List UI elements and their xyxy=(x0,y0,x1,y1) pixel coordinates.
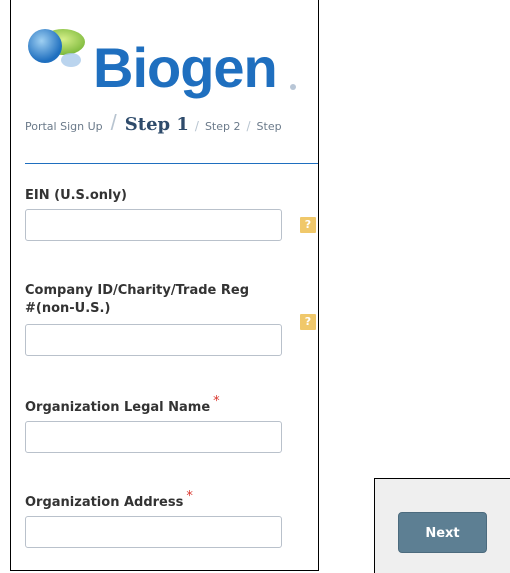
breadcrumb-separator: / xyxy=(110,110,117,135)
breadcrumb-current-step: Step 1 xyxy=(124,114,189,135)
address-label: Organization Address * xyxy=(25,489,193,512)
company-id-help-icon[interactable]: ? xyxy=(300,314,316,330)
legal-name-label: Organization Legal Name * xyxy=(25,394,220,417)
biogen-logo-mark-icon xyxy=(28,29,85,67)
company-id-label-line1: Company ID/Charity/Trade Reg xyxy=(25,283,250,298)
actions-panel: Next xyxy=(374,478,510,573)
brand-name: Biogen xyxy=(93,36,278,99)
breadcrumb-step-3: Step xyxy=(256,120,282,133)
company-id-label-line2: #(non-U.S.) xyxy=(25,301,111,316)
next-button[interactable]: Next xyxy=(398,512,487,553)
breadcrumb-root[interactable]: Portal Sign Up xyxy=(25,120,103,133)
required-asterisk: * xyxy=(213,394,220,409)
breadcrumb-step-2: Step 2 xyxy=(204,120,241,133)
ein-label: EIN (U.S.only) xyxy=(25,188,127,203)
address-label-text: Organization Address xyxy=(25,495,184,510)
breadcrumb-separator: / xyxy=(246,119,251,133)
breadcrumb-separator: / xyxy=(194,119,199,133)
signup-form-panel: Biogen Portal Sign Up / Step 1 / Step 2 … xyxy=(10,0,319,571)
biogen-logo: Biogen xyxy=(23,20,296,100)
breadcrumb: Portal Sign Up / Step 1 / Step 2 / Step xyxy=(25,110,282,136)
required-asterisk: * xyxy=(186,489,193,504)
ein-input[interactable] xyxy=(25,209,282,241)
legal-name-input[interactable] xyxy=(25,421,282,453)
ein-help-icon[interactable]: ? xyxy=(300,217,316,233)
header-divider xyxy=(25,163,318,164)
logo-dot xyxy=(290,84,296,90)
address-input[interactable] xyxy=(25,516,282,548)
company-id-input[interactable] xyxy=(25,324,282,356)
legal-name-label-text: Organization Legal Name xyxy=(25,400,211,415)
company-id-label: Company ID/Charity/Trade Reg #(non-U.S.) xyxy=(25,282,249,318)
